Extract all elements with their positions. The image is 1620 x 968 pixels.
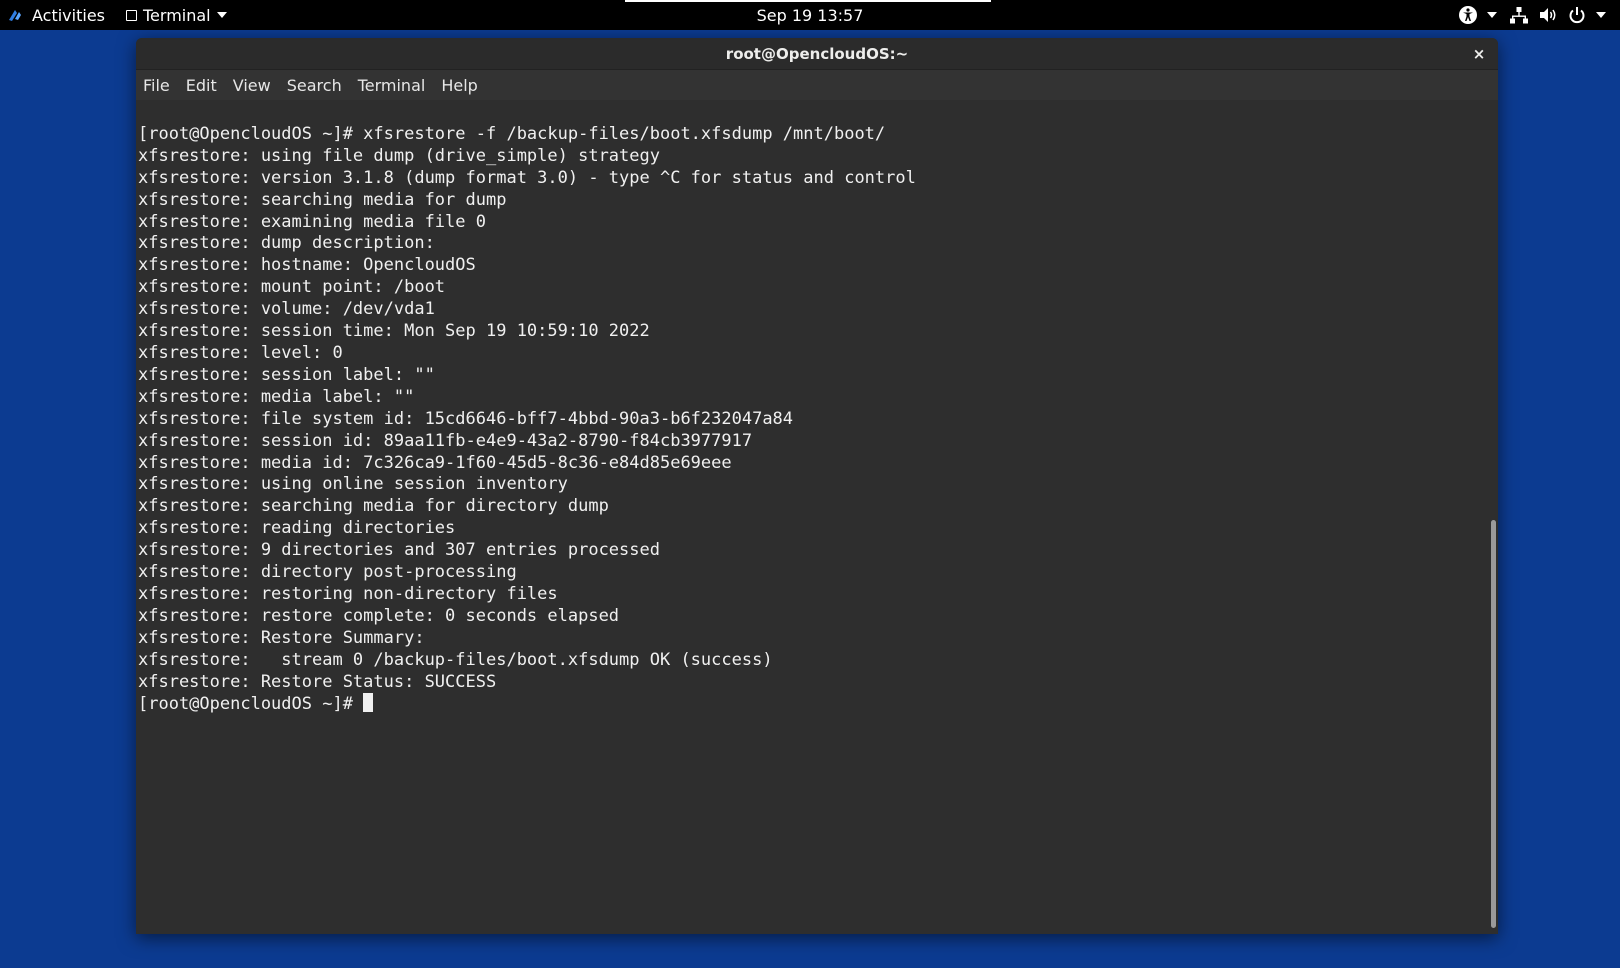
terminal-line: xfsrestore: version 3.1.8 (dump format 3…	[138, 167, 916, 188]
chevron-down-icon	[1487, 12, 1497, 18]
clock[interactable]: Sep 19 13:57	[757, 6, 864, 25]
network-icon	[1510, 7, 1528, 24]
menu-edit[interactable]: Edit	[185, 74, 218, 97]
terminal-area[interactable]: [root@OpencloudOS ~]# xfsrestore -f /bac…	[136, 100, 1498, 934]
terminal-line: xfsrestore: media id: 7c326ca9-1f60-45d5…	[138, 452, 732, 473]
terminal-line: xfsrestore: file system id: 15cd6646-bff…	[138, 408, 794, 429]
terminal-line: xfsrestore: using file dump (drive_simpl…	[138, 145, 660, 166]
terminal-line: xfsrestore: level: 0	[138, 342, 343, 363]
accessibility-icon	[1459, 6, 1477, 24]
terminal-line: [root@OpencloudOS ~]# xfsrestore -f /bac…	[138, 123, 886, 144]
window-title: root@OpencloudOS:~	[725, 44, 909, 63]
chevron-down-icon	[1596, 12, 1606, 18]
window-titlebar[interactable]: root@OpencloudOS:~ ×	[136, 38, 1498, 70]
terminal-line: xfsrestore: directory post-processing	[138, 562, 517, 583]
terminal-output: [root@OpencloudOS ~]# xfsrestore -f /bac…	[136, 100, 1498, 760]
focus-indicator	[625, 0, 991, 2]
terminal-line: xfsrestore: restoring non-directory file…	[138, 583, 558, 604]
terminal-line: xfsrestore: session time: Mon Sep 19 10:…	[138, 321, 650, 342]
activities-button[interactable]: Activities	[6, 0, 105, 30]
text-cursor	[363, 693, 374, 713]
menu-terminal[interactable]: Terminal	[357, 74, 427, 97]
terminal-line: xfsrestore: Restore Status: SUCCESS	[138, 671, 497, 692]
terminal-line: xfsrestore: media label: ""	[138, 386, 415, 407]
app-menu-terminal[interactable]: Terminal	[126, 0, 227, 30]
menu-bar: File Edit View Search Terminal Help	[136, 70, 1498, 100]
top-bar: Activities Terminal Sep 19 13:57	[0, 0, 1620, 30]
terminal-line: xfsrestore: session id: 89aa11fb-e4e9-43…	[138, 430, 753, 451]
terminal-line: xfsrestore: searching media for dump	[138, 189, 507, 210]
terminal-line: xfsrestore: session label: ""	[138, 364, 435, 385]
terminal-line: xfsrestore: examining media file 0	[138, 211, 486, 232]
app-menu-label: Terminal	[143, 5, 211, 25]
terminal-line: xfsrestore: 9 directories and 307 entrie…	[138, 540, 660, 561]
terminal-line: xfsrestore: using online session invento…	[138, 474, 568, 495]
power-icon	[1569, 7, 1585, 24]
menu-search[interactable]: Search	[286, 74, 343, 97]
system-tray	[1458, 0, 1606, 30]
prompt: [root@OpencloudOS ~]#	[138, 694, 364, 715]
scrollbar[interactable]	[1488, 100, 1496, 934]
close-icon: ×	[1472, 45, 1486, 63]
opencloudos-logo-icon	[9, 10, 21, 21]
status-menu[interactable]	[1509, 5, 1606, 25]
terminal-line: xfsrestore: hostname: OpencloudOS	[138, 255, 476, 276]
terminal-window: root@OpencloudOS:~ × File Edit View Sear…	[136, 38, 1498, 934]
prompt-line: [root@OpencloudOS ~]#	[138, 693, 1498, 716]
accessibility-menu[interactable]	[1458, 5, 1497, 25]
terminal-line: xfsrestore: searching media for director…	[138, 496, 609, 517]
terminal-line: xfsrestore: Restore Summary:	[138, 627, 425, 648]
chevron-down-icon	[216, 12, 227, 18]
terminal-line: xfsrestore: stream 0 /backup-files/boot.…	[138, 649, 773, 670]
terminal-line: xfsrestore: volume: /dev/vda1	[138, 299, 435, 320]
scrollbar-thumb[interactable]	[1491, 520, 1496, 928]
close-button[interactable]: ×	[1468, 43, 1490, 65]
terminal-line: xfsrestore: restore complete: 0 seconds …	[138, 605, 620, 626]
terminal-line: xfsrestore: dump description:	[138, 233, 435, 254]
menu-help[interactable]: Help	[440, 74, 478, 97]
volume-icon	[1540, 8, 1556, 22]
terminal-line: xfsrestore: reading directories	[138, 518, 456, 539]
clock-area: Sep 19 13:57	[0, 0, 1620, 30]
menu-view[interactable]: View	[232, 74, 272, 97]
activities-label: Activities	[32, 5, 105, 25]
terminal-app-icon	[126, 9, 137, 21]
menu-file[interactable]: File	[142, 74, 171, 97]
terminal-line: xfsrestore: mount point: /boot	[138, 277, 446, 298]
